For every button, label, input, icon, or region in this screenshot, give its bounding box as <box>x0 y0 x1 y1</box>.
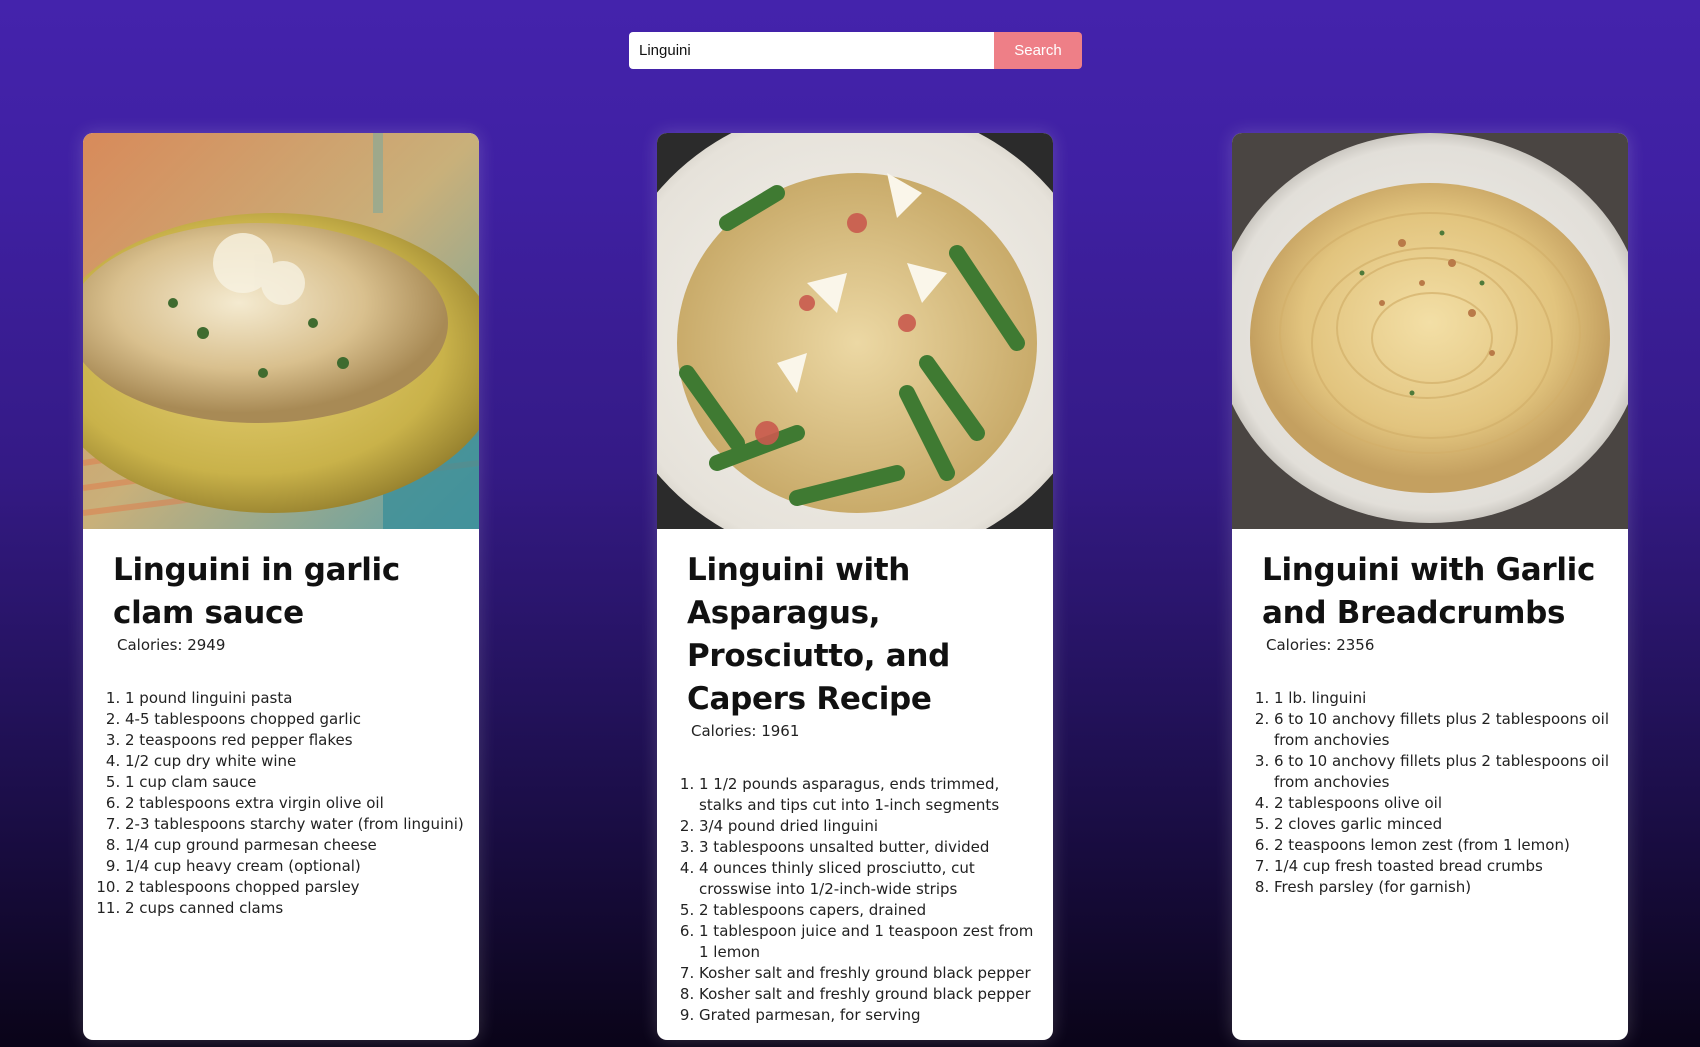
ingredient-item: 2 tablespoons olive oil <box>1274 793 1620 814</box>
ingredient-item: 2 tablespoons chopped parsley <box>125 877 471 898</box>
recipe-image <box>1232 133 1628 529</box>
ingredient-item: 6 to 10 anchovy fillets plus 2 tablespoo… <box>1274 751 1620 793</box>
recipe-image <box>83 133 479 529</box>
calories-label: Calories: 2356 <box>1266 636 1375 654</box>
ingredient-item: 2 tablespoons capers, drained <box>699 900 1045 921</box>
calories-label: Calories: 1961 <box>691 722 800 740</box>
ingredient-item: 1/4 cup ground parmesan cheese <box>125 835 471 856</box>
recipe-card: Linguini with Asparagus, Prosciutto, and… <box>657 133 1053 1040</box>
ingredient-list: 1 lb. linguini 6 to 10 anchovy fillets p… <box>1262 688 1620 898</box>
ingredient-item: 4-5 tablespoons chopped garlic <box>125 709 471 730</box>
ingredient-item: Fresh parsley (for garnish) <box>1274 877 1620 898</box>
ingredient-item: 1/4 cup heavy cream (optional) <box>125 856 471 877</box>
ingredient-item: 2 cloves garlic minced <box>1274 814 1620 835</box>
ingredient-item: 3/4 pound dried linguini <box>699 816 1045 837</box>
ingredient-item: 1 1/2 pounds asparagus, ends trimmed, st… <box>699 774 1045 816</box>
recipe-title: Linguini with Garlic and Breadcrumbs <box>1262 552 1596 631</box>
ingredient-list: 1 1/2 pounds asparagus, ends trimmed, st… <box>687 774 1045 1026</box>
ingredient-item: 2 teaspoons red pepper flakes <box>125 730 471 751</box>
ingredient-item: 1 pound linguini pasta <box>125 688 471 709</box>
ingredient-list: 1 pound linguini pasta 4-5 tablespoons c… <box>113 688 471 919</box>
recipe-title: Linguini with Asparagus, Prosciutto, and… <box>687 552 951 717</box>
ingredient-item: 6 to 10 anchovy fillets plus 2 tablespoo… <box>1274 709 1620 751</box>
ingredient-item: 1 cup clam sauce <box>125 772 471 793</box>
ingredient-item: 1/4 cup fresh toasted bread crumbs <box>1274 856 1620 877</box>
recipe-card: Linguini in garlic clam sauce Calories: … <box>83 133 479 1040</box>
recipe-card: Linguini with Garlic and Breadcrumbs Cal… <box>1232 133 1628 1040</box>
ingredient-item: Grated parmesan, for serving <box>699 1005 1045 1026</box>
recipe-title: Linguini in garlic clam sauce <box>113 552 400 631</box>
ingredient-item: 1 lb. linguini <box>1274 688 1620 709</box>
ingredient-item: 1 tablespoon juice and 1 teaspoon zest f… <box>699 921 1045 963</box>
search-input[interactable] <box>629 32 994 69</box>
ingredient-item: 3 tablespoons unsalted butter, divided <box>699 837 1045 858</box>
ingredient-item: 2 tablespoons extra virgin olive oil <box>125 793 471 814</box>
calories-label: Calories: 2949 <box>117 636 226 654</box>
recipe-image <box>657 133 1053 529</box>
ingredient-item: 2 cups canned clams <box>125 898 471 919</box>
ingredient-item: 4 ounces thinly sliced prosciutto, cut c… <box>699 858 1045 900</box>
ingredient-item: Kosher salt and freshly ground black pep… <box>699 963 1045 984</box>
ingredient-item: 2-3 tablespoons starchy water (from ling… <box>125 814 471 835</box>
ingredient-item: 2 teaspoons lemon zest (from 1 lemon) <box>1274 835 1620 856</box>
search-bar: Search <box>629 32 1082 69</box>
ingredient-item: Kosher salt and freshly ground black pep… <box>699 984 1045 1005</box>
search-button[interactable]: Search <box>994 32 1082 69</box>
ingredient-item: 1/2 cup dry white wine <box>125 751 471 772</box>
